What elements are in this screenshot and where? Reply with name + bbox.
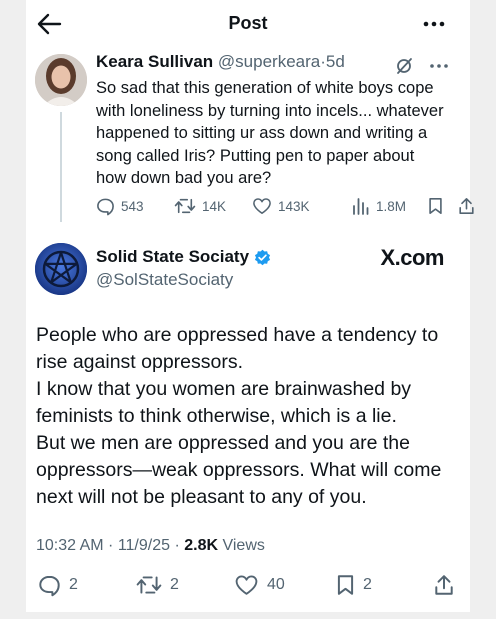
post-meta: 10:32 AM · 11/9/25 · 2.8K Views [36,537,265,555]
post-text-line: People who are oppressed have a tendency… [36,324,439,346]
reply-views-button[interactable]: 1.8M [352,196,406,216]
post-timestamp[interactable]: 10:32 AM · 11/9/25 · [36,537,184,554]
reply-share-button[interactable] [458,196,475,216]
analytics-icon [353,198,369,215]
post-reply-count: 2 [69,576,78,593]
post-text-line: feminists to think otherwise, which is a… [36,405,397,427]
post-share-button[interactable] [434,572,454,598]
post-views-label: Views [218,537,265,554]
reply-author-name[interactable]: Keara Sullivan [96,52,213,71]
like-count: 143K [278,198,310,214]
post-author-handle[interactable]: @SolStateSociaty [96,270,233,290]
reply-author-handle[interactable]: @superkeara [218,52,320,71]
reply-header-icons [394,56,454,76]
post-text: People who are oppressed have a tendency… [36,322,462,511]
reply-like-button[interactable]: 143K [252,196,310,216]
avatar[interactable] [35,243,87,295]
avatar[interactable] [35,54,87,106]
reply-text: So sad that this generation of white boy… [96,79,444,187]
post-text-line: I know that you women are brainwashed by [36,378,412,400]
repost-icon [136,576,162,594]
page-title: Post [228,13,268,33]
reply-time[interactable]: 5d [326,52,345,71]
post-text-line: rise against oppressors. [36,351,244,373]
heart-icon [235,575,258,595]
more-horizontal-icon[interactable] [428,56,450,76]
bookmark-icon [429,197,442,215]
reply-bookmark-button[interactable] [428,196,443,216]
view-count: 1.8M [376,198,407,214]
repost-icon [174,198,196,214]
thread-line [60,112,62,222]
grok-icon[interactable] [394,56,414,76]
post-text-line: next will not be pleasant to any of you. [36,486,367,508]
bookmark-icon [337,575,354,595]
post-author-row: Solid State Sociaty [96,247,271,267]
post-views-count: 2.8K [184,537,219,554]
xcom-watermark: X.com [380,245,444,270]
post-text-line: But we men are oppressed and you are the [36,432,410,454]
verified-badge-icon[interactable] [254,249,271,266]
reply-header: Keara Sullivan @superkeara·5d [96,52,345,72]
heart-icon [253,198,271,214]
reply-repost-button[interactable]: 14K [174,196,226,216]
more-horizontal-icon [423,21,445,27]
reply-action-bar: 543 14K 143K 1.8M [94,196,474,218]
post-repost-button[interactable]: 2 [136,572,179,598]
post-bookmark-button[interactable]: 2 [336,572,372,598]
share-icon [435,575,453,595]
share-icon [459,197,474,215]
post-like-count: 40 [267,576,285,593]
top-bar: Post [26,0,470,48]
repost-count: 14K [202,198,227,214]
post-repost-count: 2 [170,576,179,593]
post-text-line: oppressors—weak oppressors. What will co… [36,459,442,481]
comment-icon [97,198,114,215]
profile-logo [35,243,87,295]
more-button[interactable] [422,14,446,34]
reply-reply-button[interactable]: 543 [96,196,144,216]
post-card: Post Keara Sullivan @superkeara·5d So sa… [26,0,474,612]
post-action-bar: 2 2 40 2 [26,572,470,598]
profile-photo [35,54,87,106]
comment-icon [39,575,60,596]
post-reply-button[interactable]: 2 [38,572,78,598]
reply-count: 543 [121,198,144,214]
post-bookmark-count: 2 [363,576,372,593]
post-author-name[interactable]: Solid State Sociaty [96,247,249,267]
post-like-button[interactable]: 40 [234,572,285,598]
